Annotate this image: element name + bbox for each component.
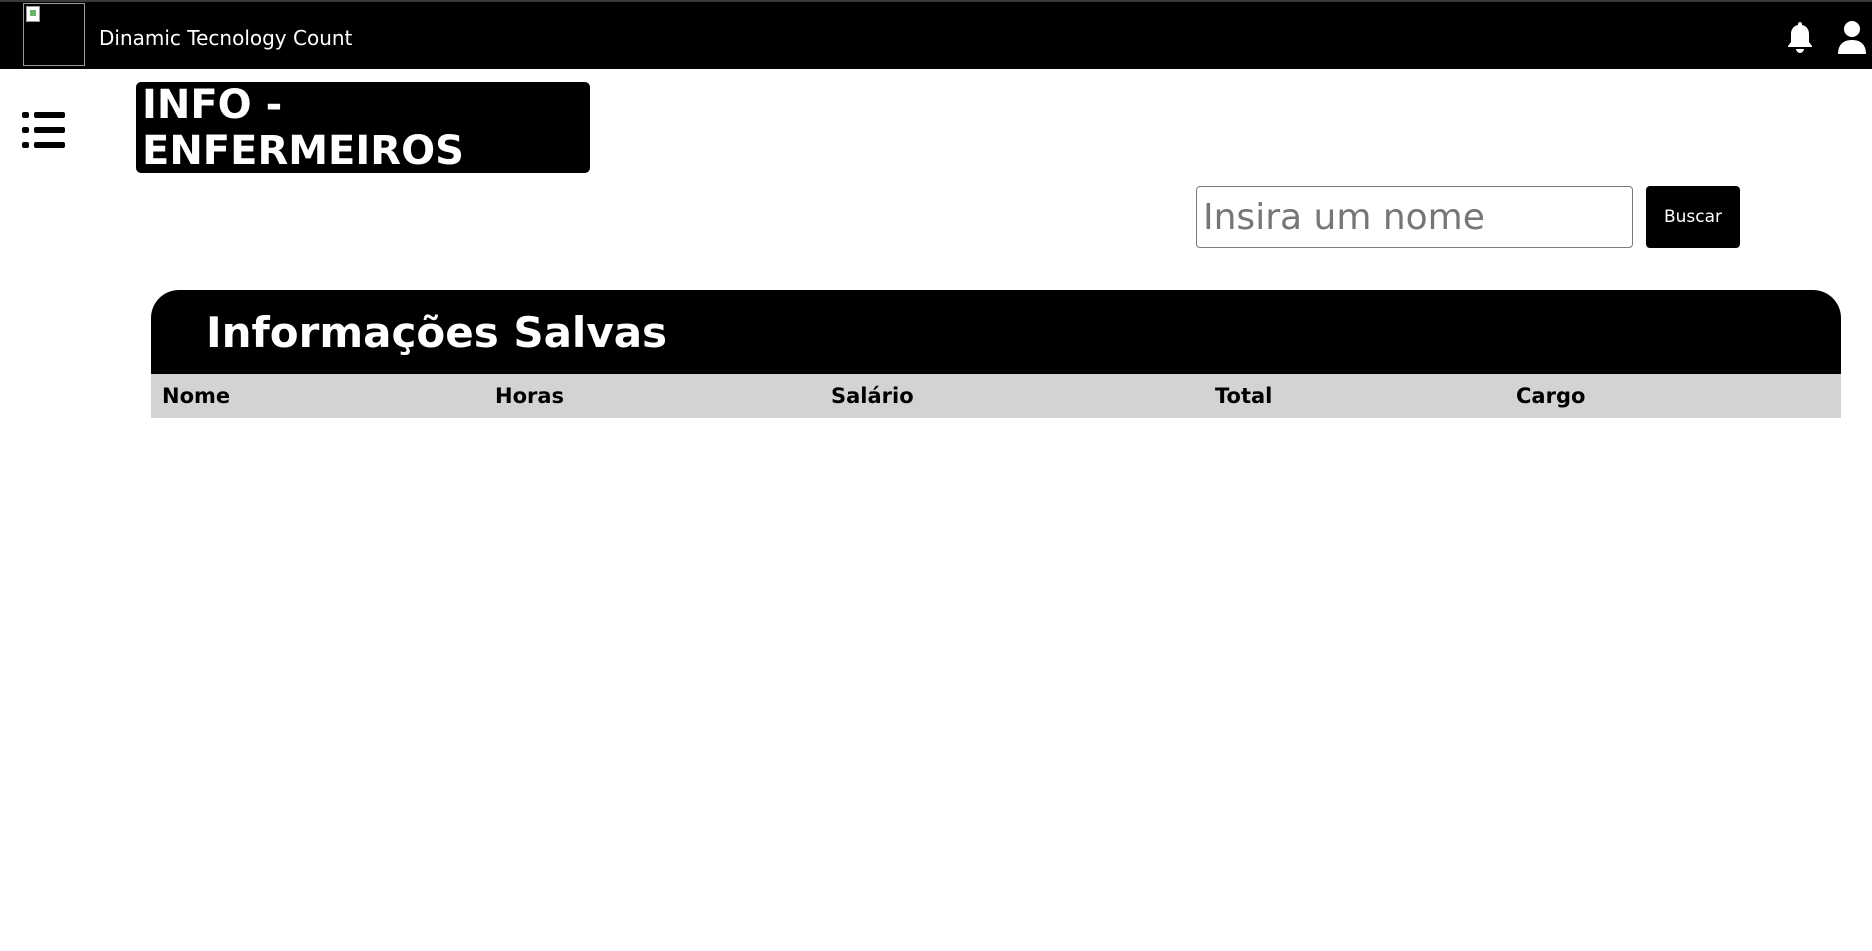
bell-icon[interactable] [1784, 20, 1816, 54]
app-title: Dinamic Tecnology Count [99, 26, 353, 50]
top-navigation-bar: Dinamic Tecnology Count [0, 0, 1872, 69]
column-header-nome: Nome [162, 384, 231, 408]
column-header-total: Total [1215, 384, 1273, 408]
column-header-horas: Horas [495, 384, 565, 408]
panel-title: Informações Salvas [206, 308, 668, 357]
panel-header: Informações Salvas [151, 290, 1841, 374]
logo-image[interactable] [23, 3, 85, 66]
search-input[interactable] [1196, 186, 1633, 248]
broken-image-icon [26, 6, 40, 22]
search-button[interactable]: Buscar [1646, 186, 1740, 248]
column-header-cargo: Cargo [1516, 384, 1586, 408]
page-title: INFO - ENFERMEIROS [142, 82, 464, 174]
page-title-box: INFO - ENFERMEIROS [136, 82, 590, 174]
list-menu-icon[interactable] [22, 110, 66, 150]
column-header-salario: Salário [831, 384, 914, 408]
table-header-row: Nome Horas Salário Total Cargo [151, 374, 1841, 418]
user-icon[interactable] [1836, 20, 1868, 54]
saved-info-panel: Informações Salvas Nome Horas Salário To… [151, 290, 1841, 418]
